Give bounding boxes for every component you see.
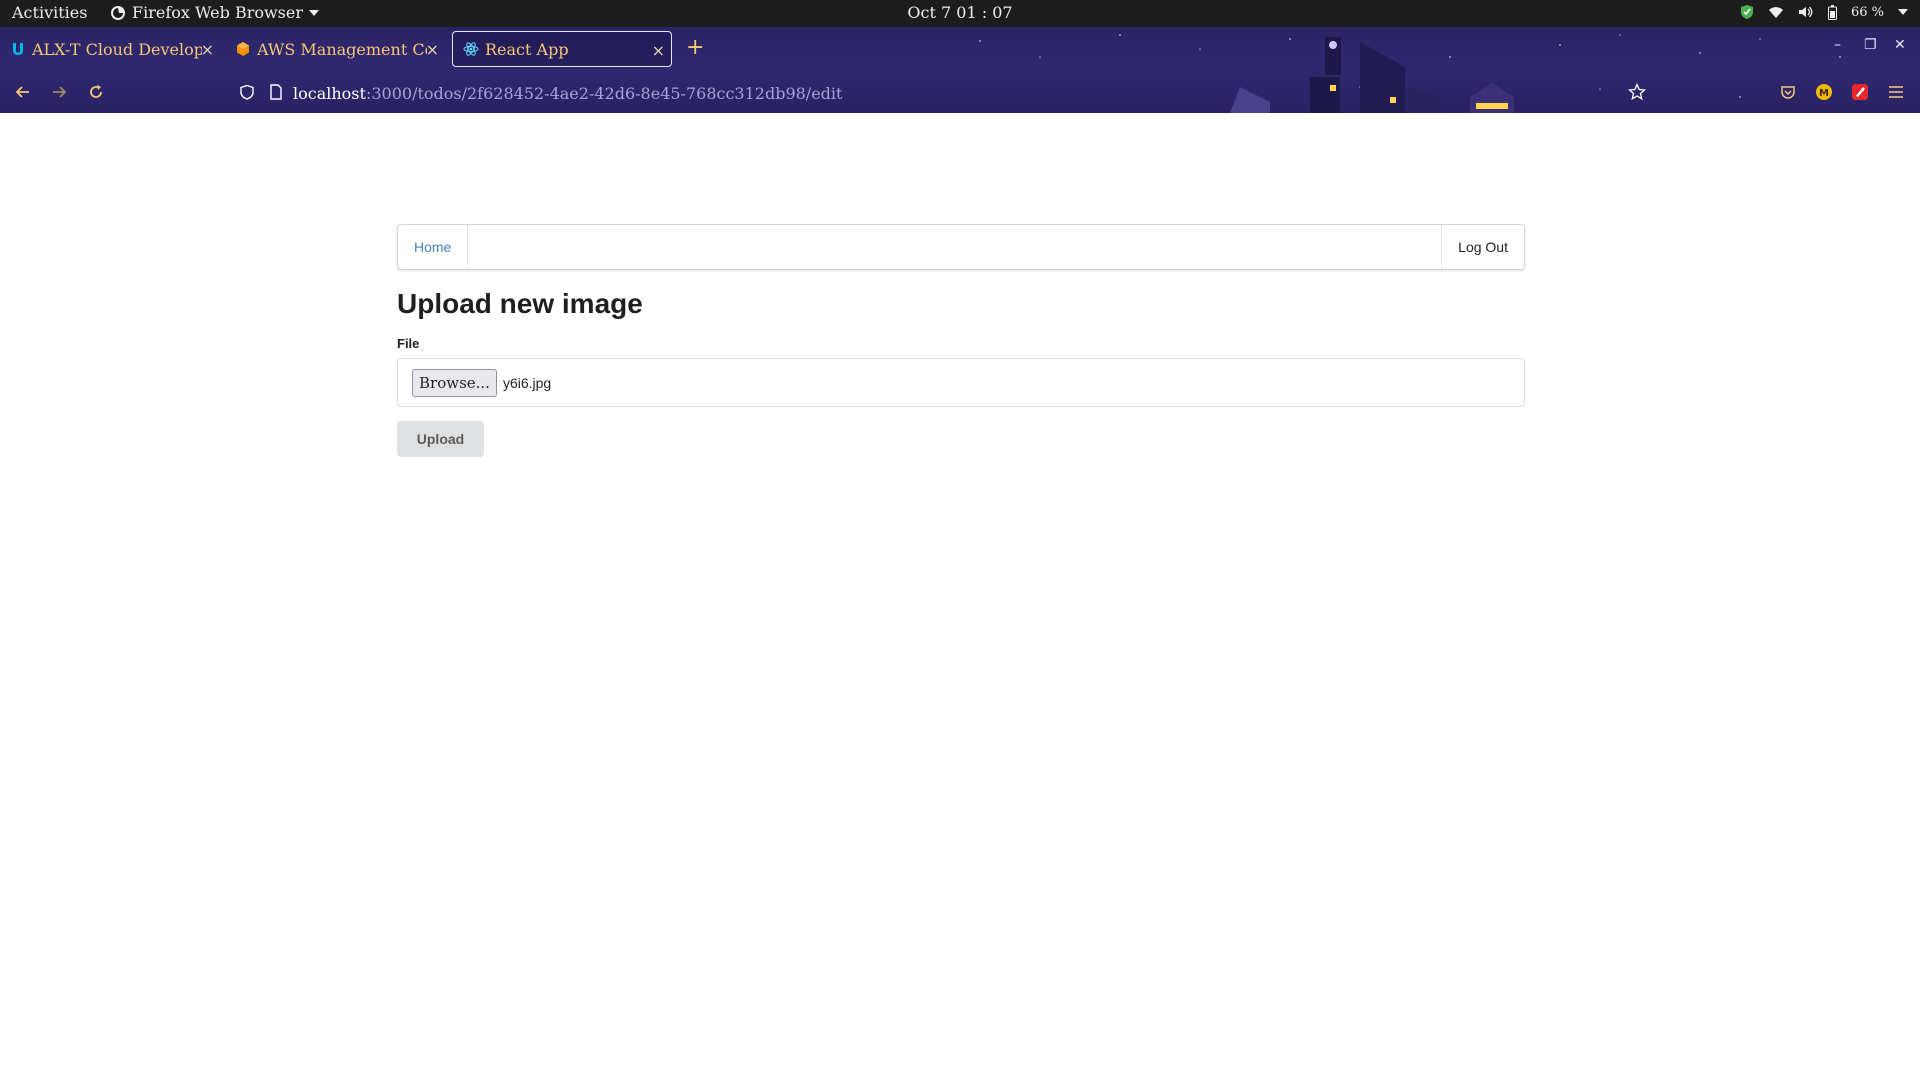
- new-tab-button[interactable]: +: [686, 35, 704, 60]
- system-top-bar: Activities Firefox Web Browser Oct 7 01 …: [0, 0, 1920, 27]
- app-menu-button[interactable]: [1884, 80, 1908, 104]
- bookmark-star-button[interactable]: [1625, 80, 1649, 104]
- url-host: localhost: [293, 83, 366, 103]
- close-icon[interactable]: ×: [201, 40, 214, 59]
- tab-alx-cloud[interactable]: ALX-T Cloud Developer ×: [0, 31, 220, 67]
- restore-icon[interactable]: ❐: [1864, 37, 1877, 53]
- tracking-shield-icon[interactable]: [235, 80, 259, 104]
- pocket-icon: [1781, 86, 1795, 99]
- logout-button[interactable]: Log Out: [1441, 225, 1524, 269]
- reload-button[interactable]: [84, 80, 108, 104]
- volume-icon: [1798, 6, 1813, 18]
- browse-button[interactable]: Browse...: [412, 368, 497, 397]
- battery-percent: 66 %: [1850, 4, 1884, 20]
- aws-icon: [235, 41, 251, 57]
- browser-chrome: ALX-T Cloud Developer × AWS Management C…: [0, 27, 1920, 113]
- file-label: File: [397, 336, 420, 351]
- upload-button[interactable]: Upload: [397, 421, 484, 457]
- react-icon: [463, 41, 479, 57]
- tab-label: React App: [485, 39, 569, 59]
- firefox-icon: [111, 5, 125, 20]
- forward-button[interactable]: [47, 80, 71, 104]
- tab-aws-console[interactable]: AWS Management Cons ×: [225, 31, 445, 67]
- tab-label: ALX-T Cloud Developer: [32, 39, 202, 59]
- arrow-right-icon: [53, 86, 67, 98]
- system-tray[interactable]: 66 %: [1740, 4, 1908, 20]
- page-content: Home Log Out Upload new image File Brows…: [0, 113, 1920, 1080]
- extension-m-icon: M: [1816, 84, 1832, 100]
- activities-button[interactable]: Activities: [12, 3, 87, 22]
- pocket-button[interactable]: [1776, 80, 1800, 104]
- reload-icon: [90, 85, 102, 98]
- shield-icon: [1740, 5, 1753, 19]
- star-icon: [1628, 83, 1646, 101]
- chevron-down-icon: [1898, 9, 1908, 15]
- close-window-icon[interactable]: ✕: [1894, 37, 1906, 53]
- back-button[interactable]: [11, 80, 35, 104]
- hamburger-icon: [1889, 86, 1903, 98]
- extension-pen-icon: [1852, 84, 1868, 100]
- menu-spacer: [468, 225, 1441, 269]
- extension-red-button[interactable]: [1848, 80, 1872, 104]
- navigation-toolbar: localhost:3000/todos/2f628452-4ae2-42d6-…: [0, 71, 1920, 113]
- battery-icon: [1827, 4, 1837, 20]
- chevron-down-icon: [309, 9, 319, 16]
- tab-label: AWS Management Cons: [257, 39, 427, 59]
- close-icon[interactable]: ×: [652, 41, 665, 60]
- url-path: :3000/todos/2f628452-4ae2-42d6-8e45-768c…: [365, 83, 843, 103]
- tab-react-app[interactable]: React App ×: [452, 31, 672, 67]
- extension-m-button[interactable]: M: [1812, 80, 1836, 104]
- home-link[interactable]: Home: [398, 225, 469, 269]
- app-menu-bar: Home Log Out: [397, 224, 1525, 270]
- tab-strip: ALX-T Cloud Developer × AWS Management C…: [0, 27, 1920, 71]
- close-icon[interactable]: ×: [426, 40, 439, 59]
- app-menu[interactable]: Firefox Web Browser: [110, 3, 319, 22]
- selected-file-name: y6i6.jpg: [502, 374, 552, 391]
- wifi-icon: [1768, 7, 1783, 18]
- page-title: Upload new image: [397, 288, 643, 319]
- minimize-icon[interactable]: –: [1834, 37, 1841, 53]
- svg-text:M: M: [1819, 88, 1829, 99]
- file-input-field[interactable]: Browse... y6i6.jpg: [397, 358, 1525, 407]
- page-info-icon[interactable]: [264, 80, 288, 104]
- app-menu-label: Firefox Web Browser: [132, 3, 303, 22]
- udacity-icon: [10, 41, 26, 57]
- url-bar[interactable]: localhost:3000/todos/2f628452-4ae2-42d6-…: [293, 77, 1593, 109]
- arrow-left-icon: [15, 86, 29, 98]
- clock[interactable]: Oct 7 01 : 07: [907, 3, 1012, 22]
